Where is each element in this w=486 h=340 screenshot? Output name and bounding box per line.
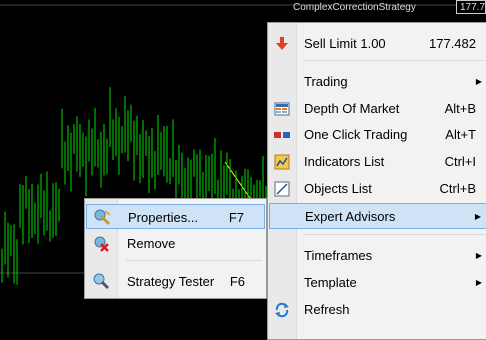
menu-item-timeframes[interactable]: Timeframes ▶ — [269, 243, 486, 269]
menu-item-shortcut: 177.482 — [429, 36, 476, 51]
submenu-arrow-icon: ▶ — [475, 278, 482, 287]
menu-item-label: One Click Trading — [304, 127, 408, 142]
menu-item-expert-advisors[interactable]: Expert Advisors ▶ — [269, 203, 486, 229]
menu-item-one-click-trading[interactable]: One Click Trading Alt+T — [269, 122, 486, 148]
expert-advisors-submenu: Properties... F7 Remove Strategy Tester … — [84, 198, 267, 299]
chart-context-menu: Sell Limit 1.00 177.482 Trading ▶ Depth … — [267, 22, 486, 340]
menu-item-objects-list[interactable]: Objects List Ctrl+B — [269, 176, 486, 202]
menu-item-label: Expert Advisors — [305, 209, 396, 224]
menu-item-shortcut: F6 — [229, 274, 245, 289]
menu-item-label: Sell Limit 1.00 — [304, 36, 386, 51]
menu-item-label: Template — [304, 275, 357, 290]
menu-item-shortcut: Ctrl+B — [439, 181, 476, 196]
one-click-trading-icon — [274, 132, 290, 138]
price-axis-tag: 177.72 — [456, 0, 486, 14]
trendline — [224, 161, 251, 199]
menu-item-shortcut: F7 — [228, 210, 244, 225]
sell-arrow-icon — [276, 37, 288, 50]
menu-item-depth-of-market[interactable]: Depth Of Market Alt+B — [269, 96, 486, 122]
menu-item-label: Properties... — [128, 210, 199, 225]
menu-item-label: Strategy Tester — [127, 274, 215, 289]
menu-item-shortcut: Alt+B — [444, 101, 476, 116]
menu-separator — [303, 60, 485, 61]
depth-of-market-icon — [274, 102, 290, 116]
submenu-item-strategy-tester[interactable]: Strategy Tester F6 — [86, 269, 265, 294]
menu-item-label: Depth Of Market — [304, 101, 400, 116]
expert-advisor-label: ComplexCorrectionStrategy — [293, 2, 416, 13]
menu-item-label: Indicators List — [304, 154, 385, 169]
strategy-tester-icon — [93, 273, 110, 290]
properties-icon — [94, 209, 111, 226]
menu-item-label: Objects List — [304, 181, 372, 196]
submenu-arrow-icon: ▶ — [475, 77, 482, 86]
menu-separator — [303, 234, 485, 235]
menu-item-template[interactable]: Template ▶ — [269, 270, 486, 296]
menu-item-label: Trading — [304, 74, 348, 89]
objects-list-icon — [274, 181, 290, 197]
submenu-item-remove[interactable]: Remove — [86, 231, 265, 256]
menu-item-label: Timeframes — [304, 248, 373, 263]
menu-item-refresh[interactable]: Refresh — [269, 297, 486, 323]
menu-item-sell-limit[interactable]: Sell Limit 1.00 177.482 — [269, 31, 486, 57]
submenu-arrow-icon: ▶ — [474, 212, 481, 221]
menu-item-indicators-list[interactable]: Indicators List Ctrl+I — [269, 149, 486, 175]
menu-item-label: Remove — [127, 236, 176, 251]
submenu-item-properties[interactable]: Properties... F7 — [86, 204, 265, 229]
remove-icon — [94, 236, 109, 252]
menu-item-shortcut: Alt+T — [445, 127, 476, 142]
menu-item-label: Refresh — [304, 302, 350, 317]
submenu-arrow-icon: ▶ — [475, 251, 482, 260]
menu-item-trading[interactable]: Trading ▶ — [269, 69, 486, 95]
refresh-icon — [275, 302, 289, 318]
indicators-list-icon — [274, 154, 290, 170]
menu-item-shortcut: Ctrl+I — [444, 154, 476, 169]
menu-separator — [126, 260, 262, 261]
